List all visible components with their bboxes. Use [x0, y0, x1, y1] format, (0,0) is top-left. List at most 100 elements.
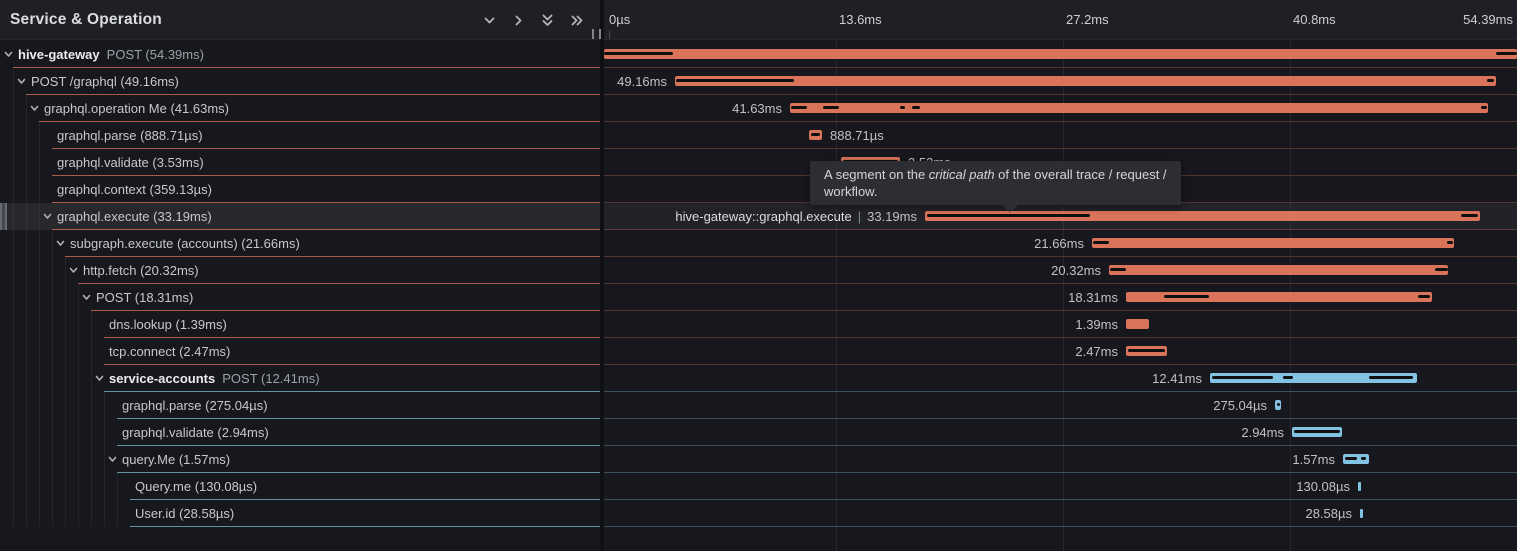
span-bar[interactable] — [1358, 482, 1361, 491]
span-bar[interactable] — [1126, 292, 1432, 302]
collapse-chevron-down-icon[interactable] — [94, 373, 105, 384]
span-label: http.fetch (20.32ms) — [83, 257, 199, 284]
critical-path-stripe — [1461, 214, 1478, 217]
span-bar[interactable] — [1109, 265, 1448, 275]
span-bar[interactable] — [1360, 509, 1363, 518]
indent-guide — [13, 257, 14, 284]
panel-resize-grip[interactable] — [592, 29, 601, 39]
span-tree-panel: Service & Operation hive-gatewayPOST (54… — [0, 0, 600, 551]
span-tree-row[interactable]: service-accountsPOST (12.41ms) — [0, 365, 600, 392]
indent-guide — [78, 338, 79, 365]
double-chevron-right-icon[interactable] — [569, 13, 584, 28]
span-bar[interactable] — [1343, 454, 1369, 464]
double-chevron-down-icon[interactable] — [540, 13, 555, 28]
indent-guide — [65, 473, 66, 500]
axis-tick-label: 54.39ms — [1463, 0, 1513, 40]
span-bar[interactable] — [675, 76, 1496, 86]
span-bar[interactable] — [1126, 346, 1167, 356]
span-duration-label: 275.04µs — [1213, 392, 1267, 419]
indent-guide — [26, 419, 27, 446]
span-tree-row[interactable]: graphql.operation Me (41.63ms) — [0, 95, 600, 122]
span-duration-label: 130.08µs — [1296, 473, 1350, 500]
indent-guide — [26, 257, 27, 284]
tooltip-italic-text: critical path — [929, 167, 995, 182]
span-tree-row[interactable]: User.id (28.58µs) — [0, 500, 600, 527]
indent-guide — [39, 149, 40, 176]
collapse-chevron-down-icon[interactable] — [42, 211, 53, 222]
span-bar[interactable] — [790, 103, 1488, 113]
critical-path-stripe — [1447, 241, 1453, 244]
tooltip-arrow — [1002, 205, 1018, 212]
critical-path-stripe — [1496, 52, 1517, 55]
span-tree-row[interactable]: POST (18.31ms) — [0, 284, 600, 311]
tooltip-text: of the overall trace / request / — [995, 167, 1167, 182]
indent-guide — [13, 338, 14, 365]
collapse-chevron-down-icon[interactable] — [3, 49, 14, 60]
collapse-chevron-down-icon[interactable] — [29, 103, 40, 114]
span-duration-label: 20.32ms — [1051, 257, 1101, 284]
span-label: tcp.connect (2.47ms) — [109, 338, 230, 365]
chevron-right-icon[interactable] — [511, 13, 526, 28]
span-bar[interactable] — [925, 211, 1480, 221]
indent-guide — [91, 500, 92, 527]
span-bar[interactable] — [1210, 373, 1417, 383]
span-bar[interactable] — [809, 130, 822, 140]
indent-guide — [26, 149, 27, 176]
span-tree-row[interactable]: graphql.validate (2.94ms) — [0, 419, 600, 446]
chevron-down-icon[interactable] — [482, 13, 497, 28]
indent-guide — [117, 473, 118, 500]
critical-path-stripe — [1283, 376, 1293, 379]
critical-path-stripe — [1212, 376, 1273, 379]
row-hover-grip[interactable] — [0, 203, 7, 230]
span-tree-row[interactable]: Query.me (130.08µs) — [0, 473, 600, 500]
critical-path-stripe — [1481, 106, 1487, 109]
span-tree-row[interactable]: dns.lookup (1.39ms) — [0, 311, 600, 338]
span-duration-label: 49.16ms — [617, 68, 667, 95]
critical-path-stripe — [912, 106, 920, 109]
axis-tick-label: 27.2ms — [1066, 0, 1109, 40]
span-tree-row[interactable]: hive-gatewayPOST (54.39ms) — [0, 41, 600, 68]
collapse-chevron-down-icon[interactable] — [68, 265, 79, 276]
span-bar[interactable] — [604, 49, 1517, 59]
indent-guide — [104, 446, 105, 473]
indent-guide — [39, 311, 40, 338]
span-tree-row[interactable]: graphql.validate (3.53ms) — [0, 149, 600, 176]
span-tree-row[interactable]: graphql.execute (33.19ms) — [0, 203, 600, 230]
indent-guide — [39, 257, 40, 284]
span-tree-row[interactable]: query.Me (1.57ms) — [0, 446, 600, 473]
span-label: service-accountsPOST (12.41ms) — [109, 365, 320, 392]
span-tree-row[interactable]: tcp.connect (2.47ms) — [0, 338, 600, 365]
span-tree-row[interactable]: http.fetch (20.32ms) — [0, 257, 600, 284]
span-bar[interactable] — [1092, 238, 1454, 248]
timeline-row — [604, 41, 1517, 68]
span-tree-row[interactable]: graphql.parse (888.71µs) — [0, 122, 600, 149]
timeline-row: 2.47ms — [604, 338, 1517, 365]
indent-guide — [78, 446, 79, 473]
collapse-chevron-down-icon[interactable] — [107, 454, 118, 465]
timeline-row: 41.63ms — [604, 95, 1517, 122]
span-tree-row[interactable]: POST /graphql (49.16ms) — [0, 68, 600, 95]
indent-guide — [65, 446, 66, 473]
critical-path-stripe — [1277, 403, 1280, 406]
indent-guide — [91, 446, 92, 473]
span-tree-row[interactable]: graphql.parse (275.04µs) — [0, 392, 600, 419]
collapse-chevron-down-icon[interactable] — [81, 292, 92, 303]
critical-path-stripe — [927, 214, 1090, 217]
timeline-row: 12.41ms — [604, 365, 1517, 392]
indent-guide — [13, 176, 14, 203]
span-label: User.id (28.58µs) — [135, 500, 234, 527]
timeline-row-underline — [604, 526, 1517, 527]
indent-guide — [65, 284, 66, 311]
timeline-row: 28.58µs — [604, 500, 1517, 527]
collapse-chevron-down-icon[interactable] — [55, 238, 66, 249]
span-bar[interactable] — [1275, 400, 1281, 410]
collapse-chevron-down-icon[interactable] — [16, 76, 27, 87]
span-tree-row[interactable]: subgraph.execute (accounts) (21.66ms) — [0, 230, 600, 257]
span-bar[interactable] — [1126, 319, 1149, 329]
span-bar[interactable] — [1292, 427, 1342, 437]
span-tree-row[interactable]: graphql.context (359.13µs) — [0, 176, 600, 203]
indent-guide — [26, 284, 27, 311]
critical-path-stripe — [811, 133, 820, 136]
indent-guide — [13, 392, 14, 419]
indent-guide — [26, 446, 27, 473]
